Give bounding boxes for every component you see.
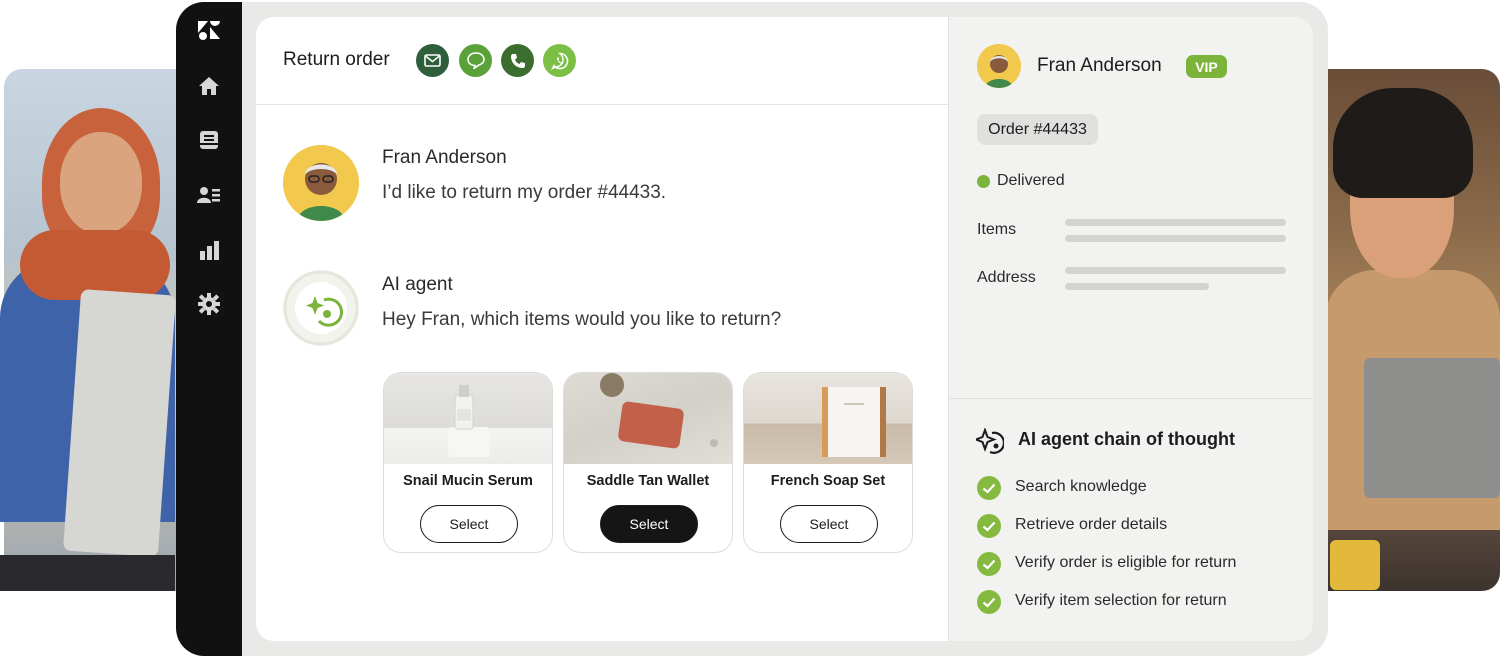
- items-placeholder-line: [1065, 219, 1286, 226]
- select-button[interactable]: Select: [600, 505, 698, 543]
- customer-name: Fran Anderson: [382, 147, 507, 168]
- product-card[interactable]: French Soap Set Select: [743, 372, 913, 553]
- items-label: Items: [977, 221, 1017, 238]
- address-label: Address: [977, 269, 1036, 286]
- email-icon[interactable]: [416, 44, 449, 77]
- customer-message: I’d like to return my order #44433.: [382, 182, 667, 203]
- select-button[interactable]: Select: [780, 505, 878, 543]
- check-icon: [977, 514, 1001, 538]
- contacts-icon[interactable]: [197, 183, 221, 207]
- product-card[interactable]: Saddle Tan Wallet Select: [563, 372, 733, 553]
- page-title: Return order: [283, 49, 390, 70]
- items-placeholder-line: [1065, 235, 1286, 242]
- chain-step: Verify item selection for return: [1015, 592, 1227, 609]
- product-image: [384, 373, 552, 464]
- laptop-shape: [1364, 358, 1500, 498]
- address-placeholder-line: [1065, 267, 1286, 274]
- order-number[interactable]: Order #44433: [977, 114, 1098, 145]
- chair-shape: [1330, 540, 1380, 590]
- status-dot: [977, 175, 990, 188]
- whatsapp-icon[interactable]: [543, 44, 576, 77]
- chain-step: Search knowledge: [1015, 478, 1147, 495]
- phone-icon[interactable]: [501, 44, 534, 77]
- home-icon[interactable]: [197, 74, 221, 98]
- chat-icon[interactable]: [459, 44, 492, 77]
- address-placeholder-line: [1065, 283, 1209, 290]
- chain-of-thought-title: AI agent chain of thought: [1018, 429, 1235, 449]
- ai-agent-name: AI agent: [382, 274, 453, 295]
- chain-step: Retrieve order details: [1015, 516, 1168, 533]
- check-icon: [977, 590, 1001, 614]
- customer-details-panel: [948, 17, 1313, 641]
- tickets-icon[interactable]: [197, 128, 221, 152]
- panel-divider: [949, 398, 1313, 399]
- reporting-icon[interactable]: [197, 238, 221, 262]
- nav-rail: [176, 2, 242, 656]
- product-card[interactable]: Snail Mucin Serum Select: [383, 372, 553, 553]
- vip-badge: VIP: [1186, 55, 1227, 78]
- check-icon: [977, 552, 1001, 576]
- product-image: [744, 373, 912, 464]
- zendesk-logo-icon[interactable]: [197, 18, 221, 42]
- ai-sparkle-icon: [973, 427, 1006, 459]
- skirt-shape: [0, 555, 175, 591]
- settings-icon[interactable]: [197, 292, 221, 316]
- customer-avatar: [283, 145, 359, 221]
- product-name: Saddle Tan Wallet: [586, 473, 710, 489]
- select-button[interactable]: Select: [420, 505, 518, 543]
- hair-shape: [1333, 88, 1473, 198]
- sidebar-customer-name: Fran Anderson: [1037, 55, 1162, 76]
- product-name: Snail Mucin Serum: [403, 473, 533, 489]
- ai-agent-message: Hey Fran, which items would you like to …: [382, 309, 782, 330]
- face-shape: [60, 132, 142, 234]
- product-image: [564, 373, 732, 464]
- check-icon: [977, 476, 1001, 500]
- customer-avatar-small: [977, 44, 1021, 88]
- product-name: French Soap Set: [770, 473, 886, 489]
- header-divider: [256, 104, 948, 105]
- chain-step: Verify order is eligible for return: [1015, 554, 1237, 571]
- laptop-shape: [62, 289, 177, 557]
- order-status: Delivered: [997, 172, 1065, 189]
- ai-agent-avatar: [283, 270, 359, 346]
